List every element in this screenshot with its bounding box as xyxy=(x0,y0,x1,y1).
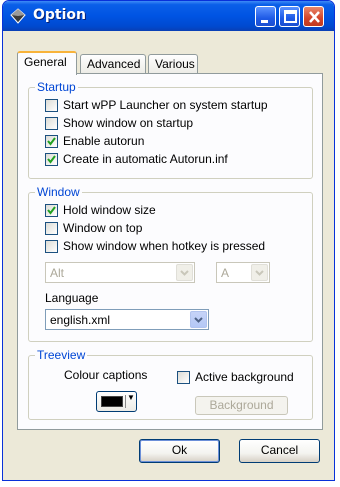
separator xyxy=(125,395,126,408)
select-value: A xyxy=(221,266,230,280)
window-group-title: Window xyxy=(35,185,82,199)
minimize-icon xyxy=(261,20,268,23)
colour-picker-button[interactable]: ▼ xyxy=(96,391,137,412)
select-value: Alt xyxy=(50,266,65,280)
checkbox-label: Hold window size xyxy=(63,203,156,217)
tab-general[interactable]: General xyxy=(17,51,77,75)
checkmark-icon xyxy=(47,137,56,146)
checkbox-label: Window on top xyxy=(63,221,143,235)
checkbox[interactable] xyxy=(45,240,58,253)
chevron-down-icon xyxy=(255,270,264,276)
treeview-group: Treeview Colour captions ▼ Active backgr… xyxy=(28,348,313,420)
title-bar[interactable]: Option xyxy=(3,1,334,31)
minimize-button[interactable] xyxy=(255,6,276,27)
maximize-button[interactable] xyxy=(279,6,300,27)
colour-swatch xyxy=(101,396,123,407)
language-select[interactable]: english.xml xyxy=(45,309,209,330)
dropdown-arrow-button[interactable] xyxy=(251,264,268,281)
chevron-down-icon xyxy=(194,317,203,323)
app-diamond-icon xyxy=(10,8,26,24)
ok-button[interactable]: Ok xyxy=(139,439,220,463)
maximize-icon xyxy=(284,10,297,23)
checkbox[interactable] xyxy=(45,222,58,235)
checkbox-label: Show window when hotkey is pressed xyxy=(63,239,266,253)
tab-panel-general: Startup Start wPP Launcher on system sta… xyxy=(17,73,323,430)
cancel-button[interactable]: Cancel xyxy=(239,439,320,463)
startup-group: Startup Start wPP Launcher on system sta… xyxy=(28,80,313,179)
checkbox-label: Create in automatic Autorun.inf xyxy=(63,152,228,166)
tab-various[interactable]: Various xyxy=(148,54,198,74)
checkbox[interactable] xyxy=(45,117,58,130)
checkbox-checked[interactable] xyxy=(45,204,58,217)
tab-advanced[interactable]: Advanced xyxy=(80,54,146,74)
checkbox[interactable] xyxy=(45,99,58,112)
startup-group-title: Startup xyxy=(35,80,78,94)
checkbox-label: Active background xyxy=(195,370,294,384)
dropdown-arrow-button[interactable] xyxy=(176,264,193,281)
colour-captions-label: Colour captions xyxy=(64,368,148,382)
close-icon xyxy=(309,11,320,23)
checkbox-label: Enable autorun xyxy=(63,134,145,148)
dropdown-arrow-button[interactable] xyxy=(190,311,207,328)
background-button[interactable]: Background xyxy=(195,396,288,415)
checkbox-label: Start wPP Launcher on system startup xyxy=(63,98,268,112)
checkbox-checked[interactable] xyxy=(45,153,58,166)
language-label: Language xyxy=(45,291,99,305)
select-value: english.xml xyxy=(50,313,111,327)
dropdown-caret-icon: ▼ xyxy=(127,393,135,402)
chevron-down-icon xyxy=(180,270,189,276)
close-button[interactable] xyxy=(303,6,324,27)
window-title: Option xyxy=(33,7,86,23)
checkmark-icon xyxy=(47,206,56,215)
checkbox-label: Show window on startup xyxy=(63,116,194,130)
hotkey-modifier-select[interactable]: Alt xyxy=(45,262,195,283)
hotkey-key-select[interactable]: A xyxy=(216,262,270,283)
checkbox[interactable] xyxy=(177,371,190,384)
checkmark-icon xyxy=(47,155,56,164)
treeview-group-title: Treeview xyxy=(35,348,88,362)
window-group: Window Hold window size Window on top Sh… xyxy=(28,185,313,342)
options-dialog: Option General Advanced Various Startup … xyxy=(2,0,335,481)
checkbox-checked[interactable] xyxy=(45,135,58,148)
